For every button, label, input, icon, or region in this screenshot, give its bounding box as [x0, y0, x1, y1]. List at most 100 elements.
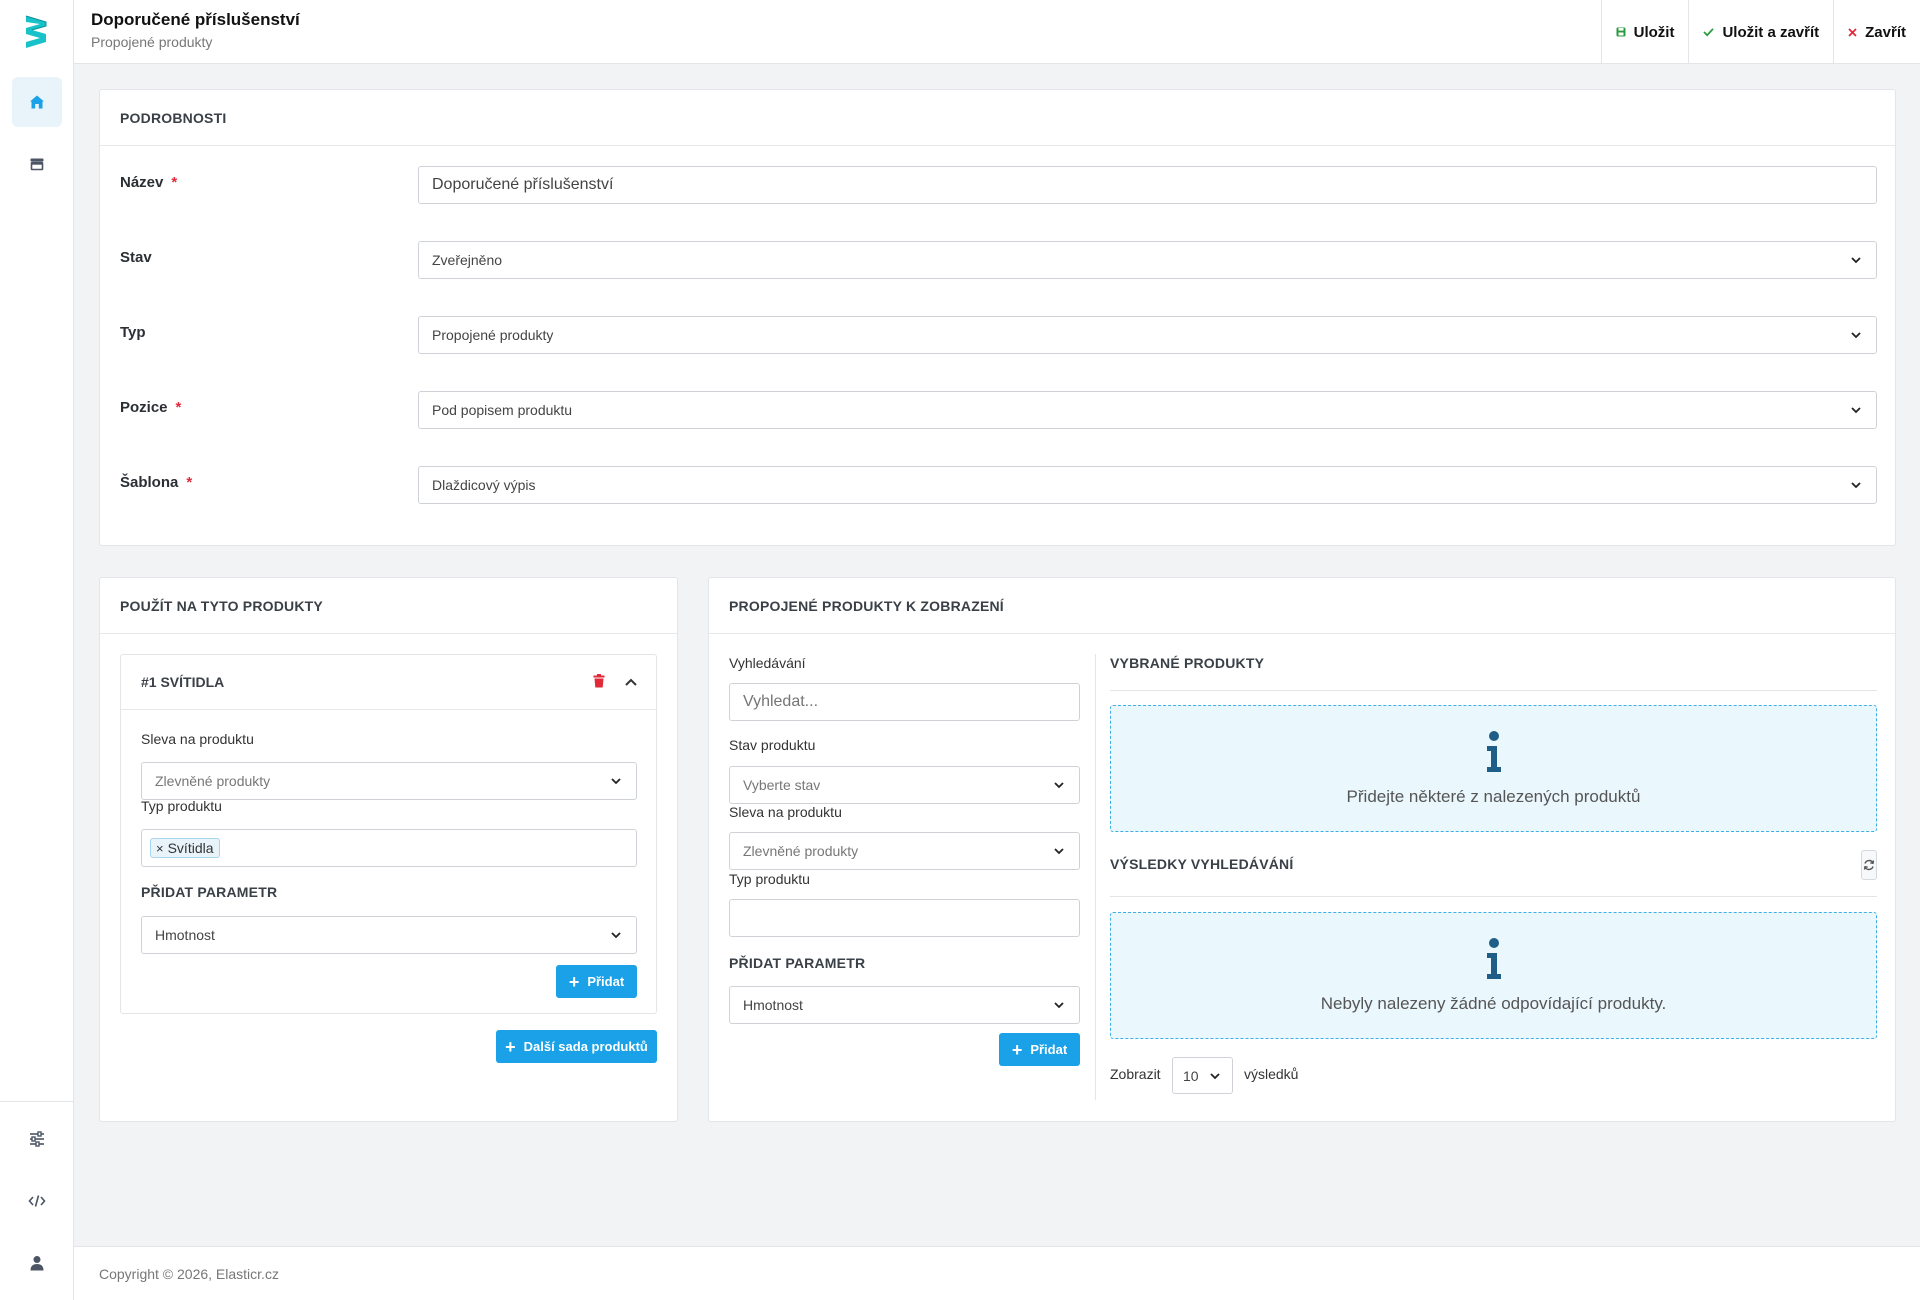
column-divider [1095, 654, 1096, 1100]
template-select[interactable]: Dlaždicový výpis [418, 466, 1877, 504]
user-icon [30, 1256, 44, 1271]
product-type-input[interactable]: × Svítidla [141, 829, 637, 867]
template-label: Šablona * [120, 474, 193, 491]
linked-type-input[interactable] [729, 899, 1080, 937]
chevron-down-icon [1851, 407, 1861, 414]
search-label: Vyhledávání [729, 655, 806, 671]
chevron-down-icon [1054, 848, 1064, 855]
store-icon [30, 158, 44, 171]
discount-select[interactable]: Zlevněné produkty [141, 762, 637, 800]
save-button-label: Uložit [1633, 23, 1675, 41]
linked-discount-select[interactable]: Zlevněné produkty [729, 832, 1080, 870]
close-button[interactable]: Zavřít [1833, 0, 1920, 64]
selected-products-heading: VYBRANÉ PRODUKTY [1110, 655, 1265, 671]
results-empty-message: Nebyly nalezeny žádné odpovídající produ… [1320, 993, 1667, 1013]
page-size-select[interactable]: 10 [1172, 1057, 1233, 1094]
chevron-down-icon [1851, 332, 1861, 339]
details-heading: PODROBNOSTI [100, 90, 1895, 146]
refresh-icon [1863, 859, 1875, 871]
footer: Copyright © 2026, Elasticr.cz [74, 1246, 1920, 1300]
code-icon [28, 1195, 46, 1207]
add-parameter-button[interactable]: + Přidat [556, 965, 637, 998]
apply-heading: POUŽÍT NA TYTO PRODUKTY [100, 578, 677, 634]
chevron-down-icon [1210, 1072, 1220, 1079]
details-card: PODROBNOSTI Název * Doporučené příslušens… [99, 89, 1896, 546]
linked-discount-label: Sleva na produktu [729, 804, 842, 820]
elasticr-logo[interactable] [22, 12, 52, 52]
chevron-down-icon [611, 778, 621, 785]
add-parameter-label: PŘIDAT PARAMETR [141, 884, 278, 900]
chevron-down-icon [1054, 782, 1064, 789]
info-icon [1486, 730, 1501, 772]
sidebar-item-user[interactable] [12, 1238, 62, 1288]
product-set-title: #1 SVÍTIDLA [141, 674, 225, 690]
close-icon [1848, 27, 1857, 37]
parameter-select[interactable]: Hmotnost [141, 916, 637, 954]
apply-products-card: POUŽÍT NA TYTO PRODUKTY #1 SVÍTIDLA Slev… [99, 577, 678, 1122]
save-and-close-button[interactable]: Uložit a zavřít [1688, 0, 1833, 64]
results-divider [1110, 896, 1877, 897]
type-select[interactable]: Propojené produkty [418, 316, 1877, 354]
check-icon [1703, 28, 1715, 37]
selected-empty-message: Přidejte některé z nalezených produktů [1346, 786, 1641, 806]
product-set-card: #1 SVÍTIDLA Sleva na produktu Zlevněné p… [120, 654, 657, 1014]
linked-type-label: Typ produktu [729, 871, 810, 887]
sidebar-item-developer[interactable] [12, 1176, 62, 1226]
position-select[interactable]: Pod popisem produktu [418, 391, 1877, 429]
status-label: Stav [120, 249, 152, 266]
linked-heading: PROPOJENÉ PRODUKTY K ZOBRAZENÍ [709, 578, 1895, 634]
linked-add-parameter-label: PŘIDAT PARAMETR [729, 955, 866, 971]
info-icon [1486, 937, 1501, 979]
type-label: Typ [120, 324, 146, 341]
sliders-icon [30, 1131, 44, 1147]
selected-empty-box: Přidejte některé z nalezených produktů [1110, 705, 1877, 832]
linked-products-card: PROPOJENÉ PRODUKTY K ZOBRAZENÍ Vyhledává… [708, 577, 1896, 1122]
search-results-heading: VÝSLEDKY VYHLEDÁVÁNÍ [1110, 856, 1294, 872]
close-button-label: Zavřít [1865, 23, 1906, 41]
sidebar [0, 0, 74, 1300]
product-status-select[interactable]: Vyberte stav [729, 766, 1080, 804]
sidebar-item-settings[interactable] [12, 1114, 62, 1164]
refresh-button[interactable] [1861, 850, 1877, 880]
name-input[interactable]: Doporučené příslušenství [418, 166, 1877, 204]
results-empty-box: Nebyly nalezeny žádné odpovídající produ… [1110, 912, 1877, 1039]
chevron-down-icon [1851, 257, 1861, 264]
sidebar-divider [0, 1101, 74, 1102]
product-type-label: Typ produktu [141, 798, 222, 814]
next-product-set-button[interactable]: + Další sada produktů [496, 1030, 657, 1063]
chevron-down-icon [1054, 1002, 1064, 1009]
product-type-tag-label: Svítidla [167, 840, 214, 856]
top-header: Doporučené příslušenství Propojené produ… [74, 0, 1920, 64]
tag-remove-icon[interactable]: × [156, 841, 164, 856]
plus-icon: + [1011, 1039, 1023, 1060]
product-type-tag: × Svítidla [150, 838, 220, 858]
save-and-close-label: Uložit a zavřít [1722, 23, 1820, 41]
sidebar-item-home[interactable] [12, 77, 62, 127]
selected-divider [1110, 690, 1877, 691]
linked-add-parameter-button[interactable]: + Přidat [999, 1033, 1080, 1066]
product-status-label: Stav produktu [729, 737, 816, 753]
linked-parameter-select[interactable]: Hmotnost [729, 986, 1080, 1024]
status-select[interactable]: Zveřejněno [418, 241, 1877, 279]
name-label: Název * [120, 174, 178, 191]
discount-label: Sleva na produktu [141, 731, 254, 747]
plus-icon: + [505, 1036, 516, 1057]
save-button[interactable]: Uložit [1600, 0, 1689, 64]
trash-icon[interactable] [593, 674, 605, 688]
show-label: Zobrazit [1110, 1066, 1161, 1082]
sidebar-item-store[interactable] [12, 139, 62, 189]
plus-icon: + [568, 971, 580, 992]
position-label: Pozice * [120, 399, 182, 416]
save-icon [1616, 27, 1626, 37]
chevron-up-icon[interactable] [624, 676, 638, 688]
page-subtitle: Propojené produkty [91, 34, 213, 50]
product-set-header: #1 SVÍTIDLA [121, 655, 656, 710]
chevron-down-icon [611, 932, 621, 939]
header-actions: Uložit Uložit a zavřít Zavřít [1600, 0, 1920, 64]
chevron-down-icon [1851, 482, 1861, 489]
copyright-text: Copyright © 2026, Elasticr.cz [99, 1266, 279, 1282]
search-input[interactable] [729, 683, 1080, 721]
results-suffix-label: výsledků [1244, 1066, 1299, 1082]
home-icon [30, 95, 44, 109]
page-title: Doporučené příslušenství [91, 10, 300, 29]
